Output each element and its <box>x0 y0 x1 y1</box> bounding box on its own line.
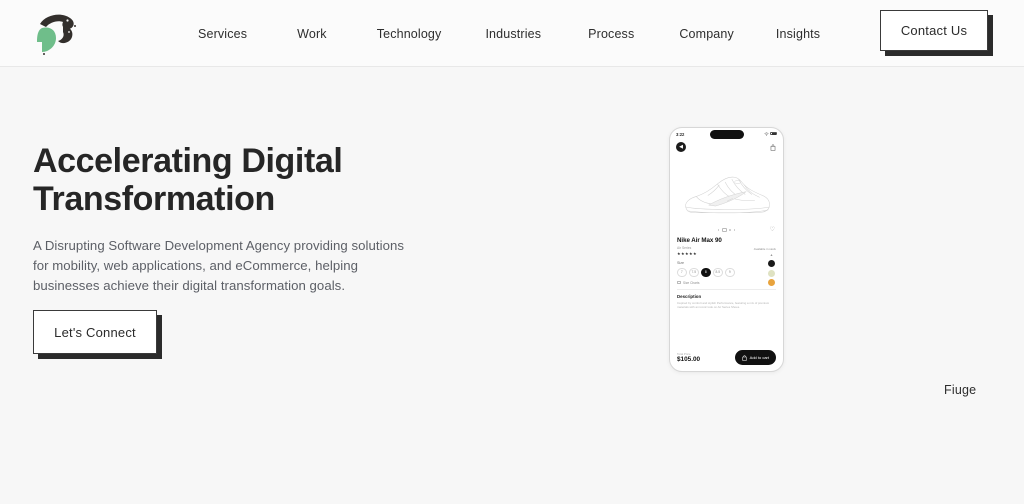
nav-item-industries[interactable]: Industries <box>485 26 541 42</box>
nav-item-technology[interactable]: Technology <box>377 26 442 42</box>
headline-line-1: Accelerating Digital <box>33 142 343 180</box>
nav-item-work[interactable]: Work <box>297 26 327 42</box>
size-selector: 7 7.5 8 8.5 9 <box>677 267 776 277</box>
nav-item-process[interactable]: Process <box>588 26 634 42</box>
size-chart-icon <box>677 280 681 285</box>
price-value: $105.00 <box>677 356 701 364</box>
size-charts-label: Size Charts <box>683 280 700 285</box>
phone-mockup: 3:22 ◀ ♡ Nike Air Max 90 Air Series ★★★★… <box>669 127 784 372</box>
image-carousel-dots[interactable] <box>673 228 780 232</box>
rating-stars: ★★★★★ <box>677 251 697 256</box>
availability-label: Available in stock <box>753 247 776 251</box>
status-icons <box>763 131 777 136</box>
divider <box>677 288 776 290</box>
purchase-bar: Total Price $105.00 Add to cart <box>677 350 776 365</box>
back-chevron-icon[interactable]: ◀ <box>676 142 686 152</box>
nav-item-company[interactable]: Company <box>679 26 734 42</box>
product-image: ♡ <box>673 156 780 234</box>
heart-icon[interactable]: ♡ <box>770 227 775 233</box>
swatch-orange[interactable] <box>768 279 775 286</box>
nav-item-insights[interactable]: Insights <box>776 26 820 42</box>
page-title: Accelerating Digital Transformation <box>33 142 463 218</box>
size-option-7-5[interactable]: 7.5 <box>689 267 699 277</box>
sneaker-line-art <box>684 176 770 214</box>
dynamic-island <box>709 130 744 139</box>
product-info: Nike Air Max 90 Air Series ★★★★★ Availab… <box>670 234 783 286</box>
product-title: Nike Air Max 90 <box>677 237 722 244</box>
status-time: 3:22 <box>676 131 685 137</box>
size-option-8-5[interactable]: 8.5 <box>713 267 723 277</box>
size-option-9[interactable]: 9 <box>725 267 735 277</box>
shopping-bag-icon[interactable] <box>770 144 776 151</box>
size-charts-link[interactable]: Size Charts <box>677 281 776 285</box>
app-top-bar: ◀ <box>670 140 783 156</box>
color-swatches: ▲ <box>768 253 775 286</box>
brand-wordmark: Fiuge <box>944 383 977 397</box>
price-block: Total Price $105.00 <box>677 352 700 364</box>
description-body: Inspired by comfort and stylish Performa… <box>677 300 770 310</box>
contact-us-button[interactable]: Contact Us <box>880 10 988 51</box>
description-heading: Description <box>677 293 702 299</box>
swatch-cream[interactable] <box>768 269 775 277</box>
size-label: Size <box>677 261 684 265</box>
primary-navigation: Services Work Technology Industries Proc… <box>198 26 820 42</box>
nav-item-services[interactable]: Services <box>198 26 247 42</box>
headline-line-2: Transformation <box>33 180 275 219</box>
lets-connect-button[interactable]: Let's Connect <box>33 310 157 354</box>
bag-icon <box>742 354 747 361</box>
price-label: Total Price <box>677 351 691 356</box>
hero-copy: Accelerating Digital Transformation A Di… <box>33 142 463 296</box>
wifi-icon <box>763 132 769 136</box>
chevron-up-icon[interactable]: ▲ <box>770 253 773 258</box>
add-to-cart-button[interactable]: Add to cart <box>735 350 776 365</box>
phone-status-bar: 3:22 <box>670 128 783 140</box>
size-option-8[interactable]: 8 <box>701 267 711 277</box>
add-to-cart-label: Add to cart <box>749 355 769 360</box>
site-header: Services Work Technology Industries Proc… <box>0 0 1024 67</box>
size-option-7[interactable]: 7 <box>677 267 687 277</box>
fiuge-logo[interactable] <box>28 8 82 58</box>
battery-icon <box>770 131 777 136</box>
swatch-black[interactable] <box>768 260 775 267</box>
hero-subcopy: A Disrupting Software Development Agency… <box>33 238 404 294</box>
